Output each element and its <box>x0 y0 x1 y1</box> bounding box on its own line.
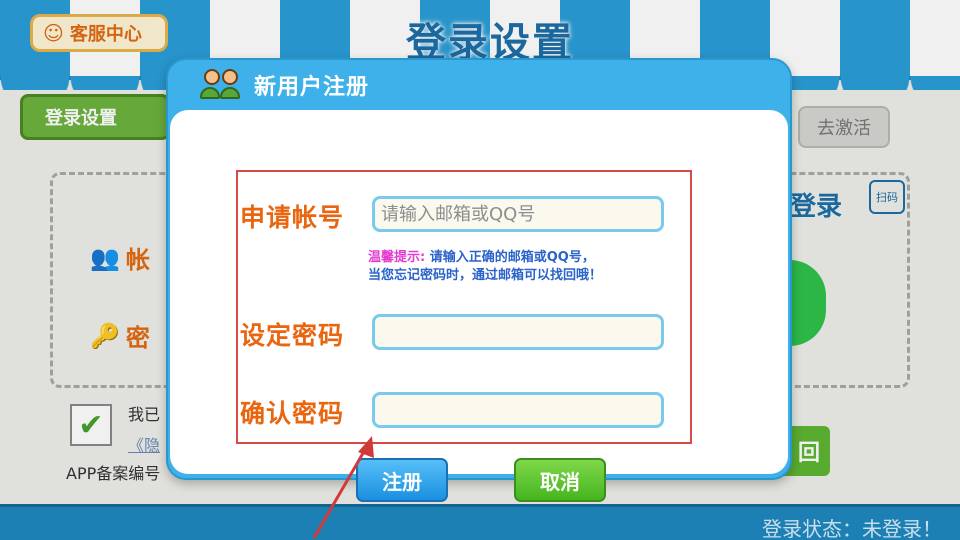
password-input[interactable] <box>372 314 664 350</box>
register-dialog: 新用户注册 申请帐号 温馨提示: 请输入正确的邮箱或QQ号， 当您忘记密码时，通… <box>166 58 792 502</box>
hint-text: 温馨提示: 请输入正确的邮箱或QQ号， <box>368 246 595 265</box>
hint-body: 请输入正确的邮箱或QQ号， <box>429 250 595 265</box>
password-label: 设定密码 <box>240 321 345 350</box>
cancel-button[interactable]: 取消 <box>514 458 606 502</box>
users-icon <box>200 67 244 103</box>
confirm-password-label: 确认密码 <box>240 399 345 428</box>
account-label: 申请帐号 <box>240 203 345 232</box>
confirm-password-input[interactable] <box>372 392 664 428</box>
dialog-title: 新用户注册 <box>254 75 370 100</box>
hint-line-2: 当您忘记密码时，通过邮箱可以找回哦！ <box>368 268 603 283</box>
pointer-arrow-icon <box>312 436 374 539</box>
account-input[interactable] <box>372 196 664 232</box>
hint-label: 温馨提示: <box>368 250 426 265</box>
dialog-body: 申请帐号 温馨提示: 请输入正确的邮箱或QQ号， 当您忘记密码时，通过邮箱可以找… <box>170 110 788 502</box>
dialog-header: 新用户注册 <box>168 60 790 110</box>
